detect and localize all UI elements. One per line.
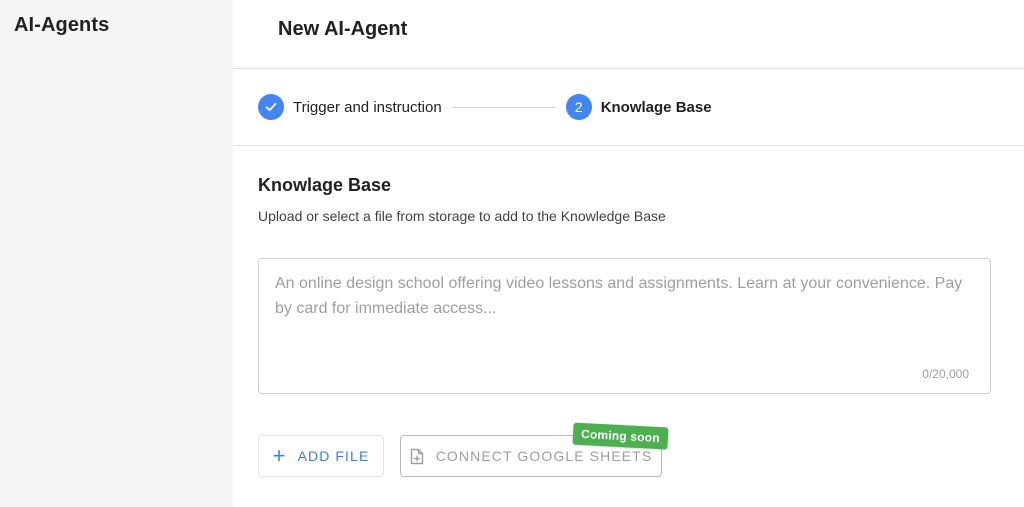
step-connector bbox=[451, 106, 556, 108]
section-subtitle: Upload or select a file from storage to … bbox=[258, 208, 666, 224]
check-icon bbox=[265, 102, 277, 112]
page-title: New AI-Agent bbox=[278, 18, 408, 40]
stepper-divider bbox=[233, 145, 1024, 146]
add-file-label: ADD FILE bbox=[297, 448, 370, 464]
header-divider bbox=[233, 68, 1024, 69]
sidebar-title: AI-Agents bbox=[14, 14, 110, 36]
step-2-indicator[interactable]: 2 bbox=[565, 94, 592, 120]
step-2-label[interactable]: Knowlage Base bbox=[601, 99, 712, 116]
add-file-button[interactable]: + ADD FILE bbox=[258, 435, 384, 477]
plus-icon: + bbox=[272, 443, 287, 468]
document-plus-icon bbox=[410, 448, 423, 464]
main-panel: New AI-Agent Trigger and instruction 2 K… bbox=[233, 0, 1024, 507]
section-title: Knowlage Base bbox=[258, 175, 392, 195]
character-counter: 0/20,000 bbox=[922, 367, 969, 381]
connect-google-sheets-label: CONNECT GOOGLE SHEETS bbox=[435, 448, 653, 464]
stepper: Trigger and instruction 2 Knowlage Base bbox=[258, 94, 712, 120]
knowledge-textarea-container: 0/20,000 bbox=[258, 258, 991, 394]
step-1-label[interactable]: Trigger and instruction bbox=[293, 99, 442, 116]
knowledge-textarea[interactable] bbox=[275, 271, 975, 361]
sidebar: AI-Agents bbox=[0, 0, 233, 507]
step-1-indicator[interactable] bbox=[258, 94, 284, 120]
